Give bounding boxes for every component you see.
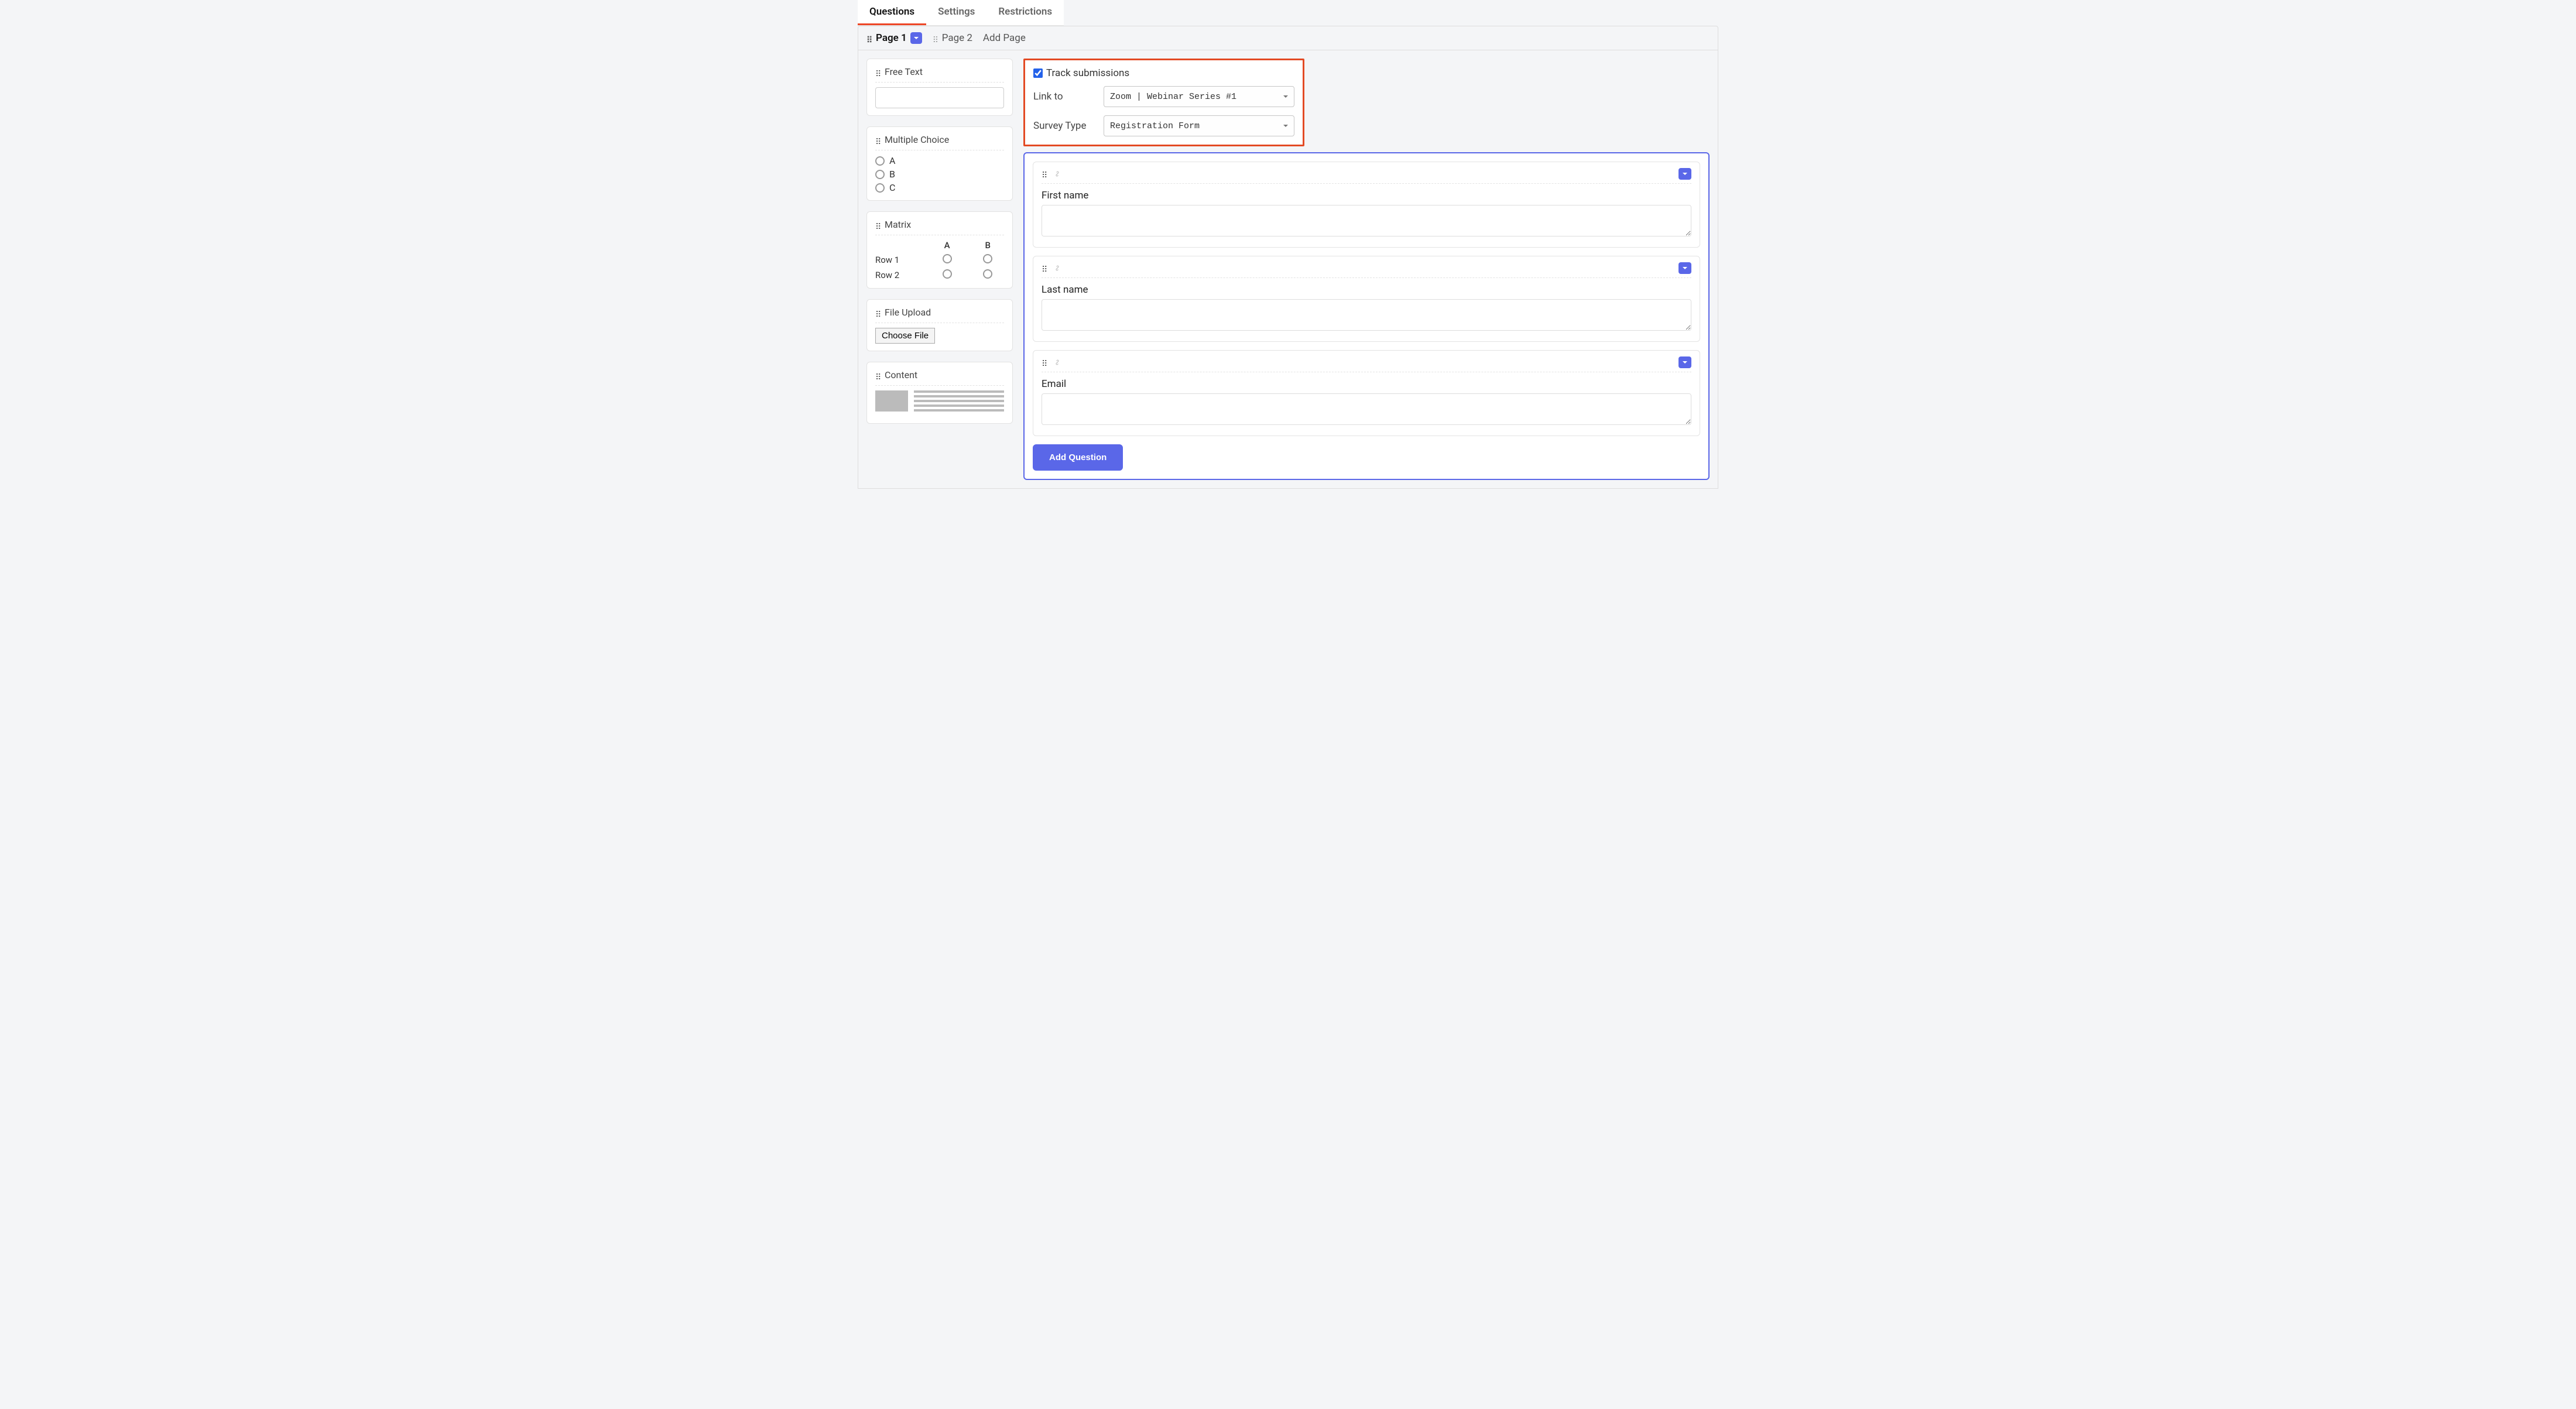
drag-icon: [875, 68, 881, 76]
link-icon: [1052, 357, 1063, 368]
radio-icon: [875, 156, 885, 166]
page-1-menu-button[interactable]: [910, 32, 922, 44]
sidebar-matrix-title: Matrix: [885, 219, 911, 230]
matrix-col-a: A: [931, 240, 964, 251]
drag-icon[interactable]: [1042, 170, 1047, 178]
drag-icon: [933, 34, 938, 42]
radio-icon: [943, 269, 952, 279]
tab-questions[interactable]: Questions: [858, 0, 926, 25]
survey-type-select[interactable]: Registration Form: [1104, 115, 1294, 136]
drag-icon[interactable]: [1042, 358, 1047, 366]
question-menu-button[interactable]: [1678, 168, 1691, 180]
sidebar-multiple-choice[interactable]: Multiple Choice A B C: [866, 126, 1013, 201]
radio-icon: [983, 254, 992, 263]
question-menu-button[interactable]: [1678, 262, 1691, 274]
page-tab-1-label: Page 1: [876, 32, 907, 44]
matrix-col-b: B: [971, 240, 1004, 251]
question-label: First name: [1042, 190, 1691, 201]
drag-icon: [875, 371, 881, 379]
survey-type-label: Survey Type: [1033, 120, 1098, 132]
drag-icon: [875, 136, 881, 144]
question-menu-button[interactable]: [1678, 356, 1691, 368]
question-card[interactable]: Last name: [1033, 256, 1700, 342]
track-submissions-settings: Track submissions Link to Zoom | Webinar…: [1023, 59, 1304, 146]
question-input[interactable]: [1042, 299, 1691, 331]
question-card[interactable]: Email: [1033, 350, 1700, 436]
question-label: Email: [1042, 378, 1691, 390]
chevron-down-icon: [1682, 171, 1688, 177]
add-page-button[interactable]: Add Page: [983, 32, 1026, 44]
page-tab-1[interactable]: Page 1: [866, 32, 922, 44]
drag-icon: [875, 221, 881, 229]
content-preview-icon: [875, 390, 1004, 412]
link-icon: [1052, 263, 1063, 273]
questions-panel: First name: [1023, 152, 1710, 480]
link-to-label: Link to: [1033, 91, 1098, 102]
track-submissions-checkbox[interactable]: [1033, 68, 1043, 78]
sidebar-free-text-title: Free Text: [885, 66, 923, 77]
question-label: Last name: [1042, 284, 1691, 296]
sidebar-content-title: Content: [885, 369, 917, 380]
sidebar-content[interactable]: Content: [866, 362, 1013, 424]
tab-settings[interactable]: Settings: [926, 0, 986, 25]
free-text-preview-input: [875, 87, 1004, 108]
sidebar-file-upload-title: File Upload: [885, 307, 931, 318]
sidebar-question-types: Free Text Multiple Choice A B C: [866, 59, 1013, 480]
matrix-row-2: Row 2: [875, 270, 923, 280]
drag-icon[interactable]: [1042, 264, 1047, 272]
link-icon: [1052, 169, 1063, 179]
choose-file-button: Choose File: [875, 328, 935, 344]
mc-option-a: A: [889, 155, 895, 166]
chevron-down-icon: [1682, 359, 1688, 365]
radio-icon: [943, 254, 952, 263]
sidebar-free-text[interactable]: Free Text: [866, 59, 1013, 116]
question-card[interactable]: First name: [1033, 162, 1700, 248]
add-page-label: Add Page: [983, 32, 1026, 44]
drag-icon: [875, 308, 881, 317]
matrix-row-1: Row 1: [875, 255, 923, 265]
sidebar-matrix[interactable]: Matrix A B Row 1 Row 2: [866, 211, 1013, 289]
add-question-button[interactable]: Add Question: [1033, 444, 1123, 471]
page-tab-2[interactable]: Page 2: [933, 32, 972, 44]
question-input[interactable]: [1042, 205, 1691, 236]
top-tabs: Questions Settings Restrictions: [858, 0, 1064, 26]
mc-option-b: B: [889, 169, 895, 180]
tab-restrictions[interactable]: Restrictions: [986, 0, 1064, 25]
radio-icon: [875, 183, 885, 193]
radio-icon: [875, 170, 885, 179]
sidebar-file-upload[interactable]: File Upload Choose File: [866, 299, 1013, 351]
link-to-select[interactable]: Zoom | Webinar Series #1: [1104, 86, 1294, 107]
drag-icon: [866, 34, 872, 42]
question-input[interactable]: [1042, 393, 1691, 425]
mc-option-c: C: [889, 182, 895, 193]
content-preview-icon: [875, 414, 1004, 416]
chevron-down-icon: [913, 35, 919, 41]
sidebar-mc-title: Multiple Choice: [885, 134, 949, 145]
track-submissions-label: Track submissions: [1046, 67, 1129, 79]
page-bar: Page 1 Page 2 Add Page: [858, 26, 1718, 50]
chevron-down-icon: [1682, 265, 1688, 271]
radio-icon: [983, 269, 992, 279]
page-tab-2-label: Page 2: [942, 32, 972, 44]
